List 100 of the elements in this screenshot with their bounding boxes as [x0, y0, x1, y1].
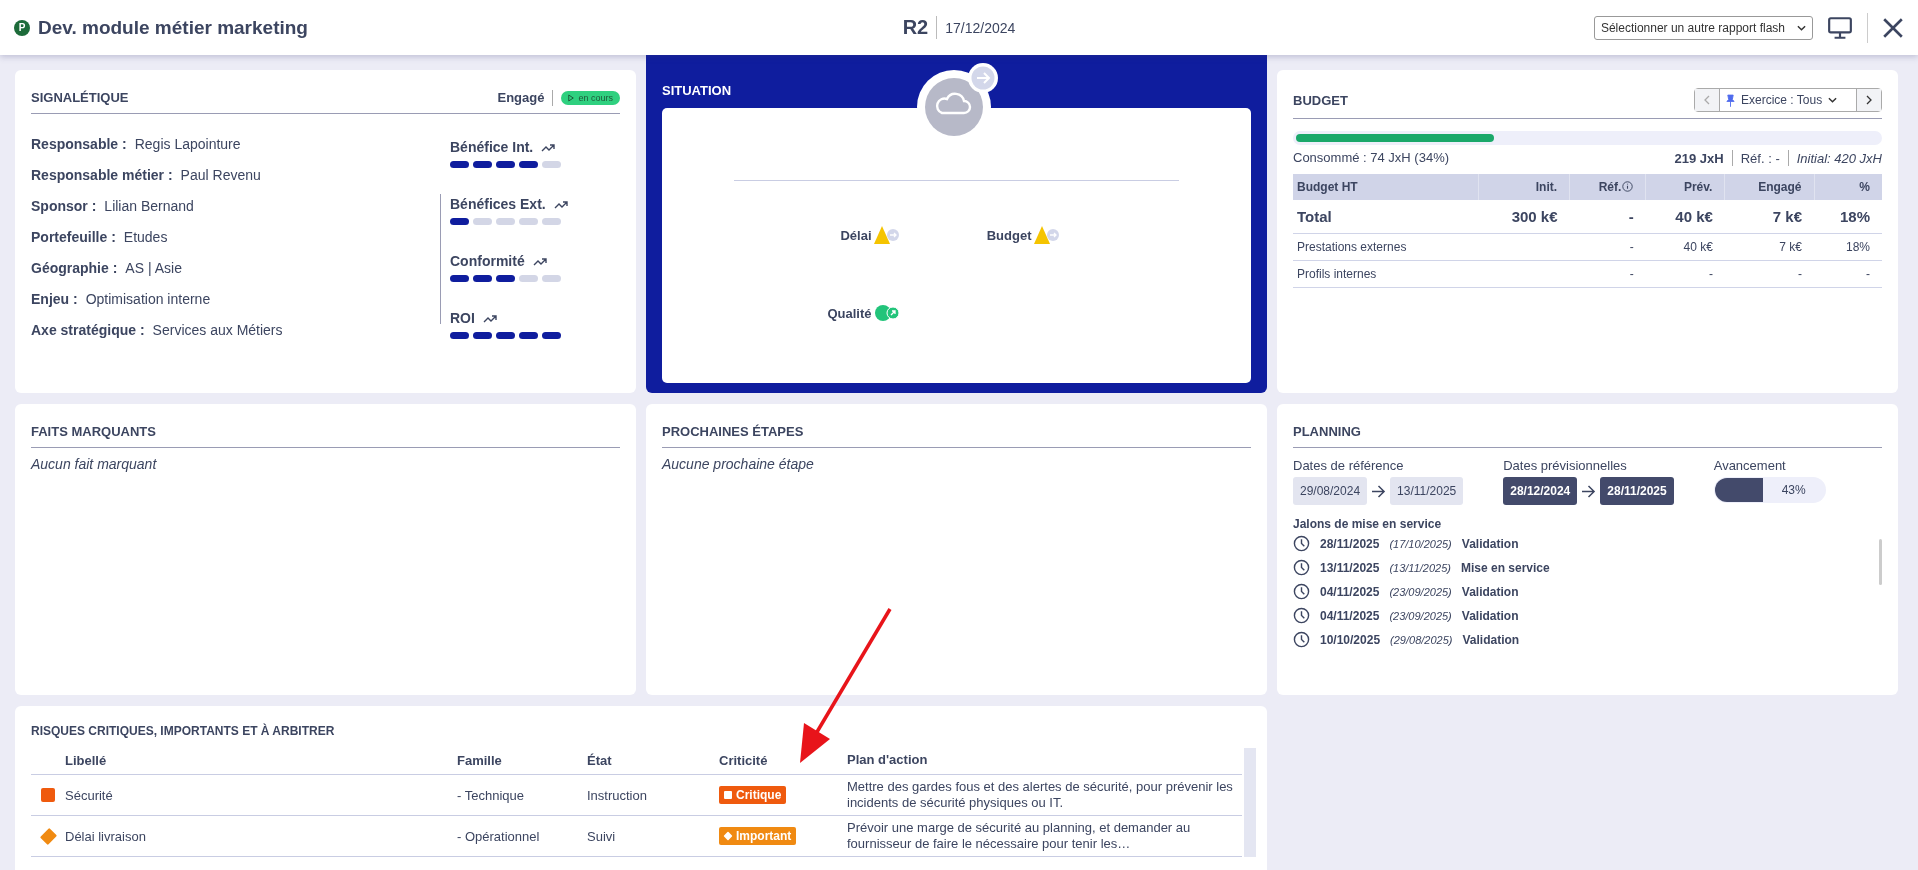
empty-message: Aucun fait marquant [31, 456, 158, 472]
table-cell: Prestations externes [1297, 240, 1407, 254]
dates-label: Dates de référence [1293, 458, 1405, 473]
milestone-reference-date: (23/09/2025) [1389, 585, 1452, 598]
date-chip: 13/11/2025 [1390, 477, 1464, 505]
milestone-label: Mise en service [1461, 560, 1550, 575]
clock-icon [1293, 583, 1310, 600]
previous-button[interactable] [1695, 89, 1719, 111]
table-cell: - [1629, 267, 1634, 281]
table-cell: - [1866, 267, 1870, 281]
clock-icon [1293, 559, 1310, 576]
scrollbar-thumb[interactable] [1879, 539, 1882, 585]
table-cell: - [1798, 267, 1802, 281]
warning-triangle-icon [873, 225, 900, 245]
column-header: Criticité [719, 752, 769, 768]
table-cell-text: - Opérationnel [457, 828, 541, 844]
card-title: FAITS MARQUANTS [31, 424, 156, 439]
field-label: Axe stratégique : [31, 322, 145, 338]
table-cell-text: Mettre des gardes fous et des alertes de sécurité, pour prévenir les incidents de sécurité physiques ou IT. [847, 779, 1234, 812]
criticality-badge: Important [719, 827, 797, 846]
milestone-date: 28/11/2025 [1320, 536, 1380, 551]
column-header: Réf. [1569, 174, 1646, 200]
card-title: SIGNALÉTIQUE [31, 90, 129, 105]
column-header: Engagé [1724, 174, 1814, 200]
milestone-date: 10/10/2025 [1320, 632, 1381, 647]
column-header: % [1814, 174, 1882, 200]
square-marker-icon [41, 788, 55, 803]
column-header: État [587, 752, 613, 768]
progress-reading: 43% [1781, 483, 1806, 497]
date-chip: 28/12/2024 [1503, 477, 1578, 505]
reference-text: Réf. : - [1740, 150, 1780, 166]
next-button[interactable] [1857, 89, 1881, 111]
situation-label: Budget [986, 227, 1032, 243]
field-label: Portefeuille : [31, 229, 116, 245]
clock-icon [1293, 535, 1310, 552]
close-icon[interactable] [1882, 16, 1904, 39]
field-label: Géographie : [31, 260, 118, 276]
table-cell: 40 k€ [1675, 208, 1713, 225]
column-header: Famille [457, 752, 503, 768]
milestone-reference-date: (17/10/2025) [1389, 537, 1452, 550]
indicator-name: Conformité [450, 253, 525, 269]
table-cell-text: Sécurité [65, 787, 114, 803]
indicator-name: Bénéfice Int. [450, 139, 534, 155]
date-chip: 29/08/2024 [1293, 477, 1368, 505]
table-cell: 18% [1845, 240, 1870, 254]
consumed-text: Consommé : 74 JxH (34%) [1293, 150, 1450, 166]
chevron-down-icon [1828, 97, 1838, 103]
table-cell: 300 k€ [1511, 208, 1558, 225]
info-icon [1622, 181, 1634, 192]
milestone-label: Validation [1461, 608, 1519, 623]
field-value: Regis Lapointure [134, 136, 241, 152]
table-cell: 40 k€ [1683, 240, 1713, 254]
arrow-right-icon [1581, 484, 1597, 498]
progress-label: Avancement [1713, 458, 1787, 473]
scrollbar[interactable] [1244, 748, 1256, 858]
play-icon [568, 93, 575, 102]
chevron-left-icon [1704, 95, 1710, 105]
trend-up-icon [532, 256, 547, 266]
exercise-select[interactable]: Exercice : Tous [1719, 89, 1857, 111]
date-chip: 28/11/2025 [1600, 477, 1674, 505]
table-cell: Profils internes [1297, 267, 1377, 281]
report-code: R2 [902, 16, 938, 39]
project-logo: P [14, 19, 30, 36]
monitor-icon[interactable] [1827, 15, 1853, 40]
arrow-right-icon [1371, 484, 1387, 498]
column-header: Init. [1478, 174, 1570, 200]
table-cell-text: Prévoir une marge de sécurité au planning, et demander au fournisseur de faire le nécessaire pour tenir les… [847, 820, 1192, 853]
column-header: Prév. [1645, 174, 1725, 200]
milestone-date: 13/11/2025 [1320, 560, 1380, 575]
milestone-label: Validation [1461, 536, 1519, 551]
table-cell: 7 k€ [1772, 208, 1802, 225]
situation-label: Délai [840, 227, 872, 243]
milestones-title: Jalons de mise en service [1293, 517, 1443, 531]
milestone-label: Validation [1461, 584, 1519, 599]
field-label: Enjeu : [31, 291, 78, 307]
criticality-badge: Critique [719, 786, 787, 805]
clock-icon [1293, 631, 1310, 648]
pin-icon [1726, 93, 1735, 107]
table-cell: Total [1297, 208, 1332, 225]
table-cell-text: Délai livraison [65, 828, 147, 844]
card-title: RISQUES CRITIQUES, IMPORTANTS ET À ARBITRER [31, 724, 336, 738]
field-value: Lilian Bernand [104, 198, 194, 214]
total-text: 219 JxH [1674, 150, 1724, 166]
table-cell: 7 k€ [1779, 240, 1802, 254]
field-label: Responsable métier : [31, 167, 173, 183]
field-label: Sponsor : [31, 198, 97, 214]
field-value: Etudes [123, 229, 168, 245]
field-value: AS | Asie [125, 260, 182, 276]
column-header: Libellé [65, 752, 108, 768]
project-title: Dev. module métier marketing [38, 16, 308, 39]
card-title: SITUATION [662, 82, 733, 98]
field-value: Optimisation interne [85, 291, 211, 307]
card-title: BUDGET [1293, 92, 1348, 108]
column-header: Plan d'action [847, 752, 929, 769]
table-cell: - [1708, 267, 1713, 281]
report-select[interactable]: Sélectionner un autre rapport flash [1593, 15, 1813, 40]
table-cell: - [1628, 208, 1634, 225]
indicator-name: Bénéfices Ext. [450, 196, 546, 212]
card-title: PROCHAINES ÉTAPES [662, 424, 804, 439]
column-header: Budget HT [1293, 174, 1479, 200]
